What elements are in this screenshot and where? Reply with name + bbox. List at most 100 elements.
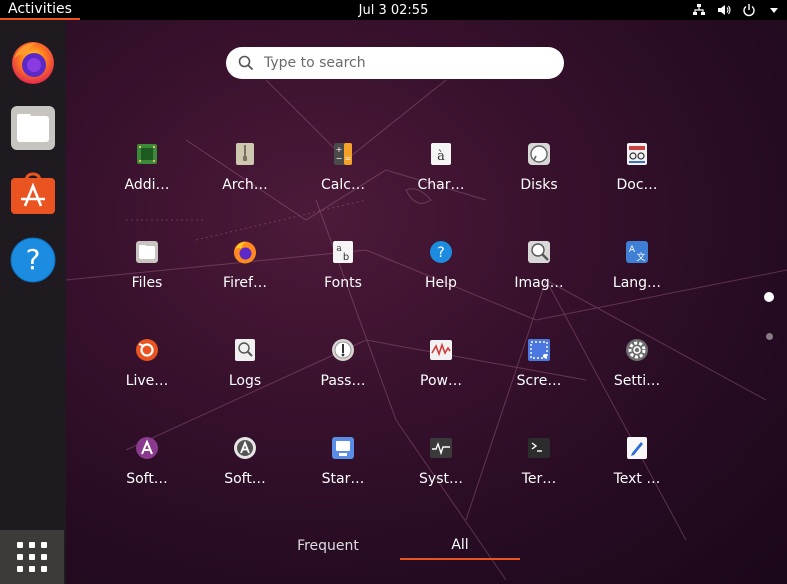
language-icon: A文 [625, 240, 649, 264]
system-tray[interactable] [692, 0, 781, 20]
app-tile[interactable]: A 文 Lang… [588, 236, 686, 334]
tab-frequent[interactable]: Frequent [268, 532, 388, 560]
dock: ? [0, 20, 67, 584]
app-label: Live… [125, 373, 169, 389]
app-label: Lang… [612, 275, 662, 291]
document-viewer-icon [625, 142, 649, 166]
page-indicator-2[interactable] [766, 333, 773, 340]
startup-disk-icon [331, 436, 355, 460]
software-store-icon [11, 172, 55, 214]
view-tabs: Frequent All [268, 532, 520, 560]
app-overview: Addi… Arch… +−= Calc… à Char… Disks Doc… Files Fi… [66, 20, 787, 584]
app-tile[interactable]: Live… [98, 334, 196, 432]
network-icon[interactable] [692, 3, 706, 17]
image-viewer-icon [527, 240, 551, 264]
help-icon: ? [10, 237, 56, 283]
app-tile[interactable]: Ter… [490, 432, 588, 530]
svg-text:=: = [345, 154, 352, 163]
app-label: Text … [613, 471, 661, 487]
svg-text:a: a [336, 244, 342, 254]
volume-icon[interactable] [717, 3, 731, 17]
app-tile[interactable]: Addi… [98, 138, 196, 236]
system-monitor-icon [429, 436, 453, 460]
app-tile[interactable]: Pass… [294, 334, 392, 432]
dock-files[interactable] [9, 104, 57, 152]
software-properties-icon [233, 436, 257, 460]
app-tile[interactable]: Text … [588, 432, 686, 530]
app-tile[interactable]: Imag… [490, 236, 588, 334]
app-tile[interactable]: Doc… [588, 138, 686, 236]
app-tile[interactable]: a b Fonts [294, 236, 392, 334]
app-label: Setti… [613, 373, 661, 389]
svg-text:?: ? [26, 243, 41, 276]
tab-all[interactable]: All [400, 532, 520, 560]
app-label: Soft… [224, 471, 266, 487]
app-label: Disks [520, 177, 558, 193]
app-tile[interactable]: Disks [490, 138, 588, 236]
app-tile[interactable]: Setti… [588, 334, 686, 432]
app-tile[interactable]: Firef… [196, 236, 294, 334]
app-label: Star… [321, 471, 365, 487]
app-label: Calc… [321, 177, 365, 193]
firefox-icon [12, 42, 54, 84]
disks-icon [527, 142, 551, 166]
app-tile[interactable]: Star… [294, 432, 392, 530]
logs-icon [233, 338, 257, 362]
app-tile[interactable]: à Char… [392, 138, 490, 236]
app-tile[interactable]: Soft… [196, 432, 294, 530]
top-bar: Activities Jul 3 02:55 [0, 0, 787, 20]
dock-firefox[interactable] [9, 38, 57, 86]
show-applications-button[interactable] [0, 530, 64, 584]
svg-text:?: ? [437, 245, 444, 261]
character-map-icon: à [429, 142, 453, 166]
livepatch-icon [135, 338, 159, 362]
app-label: Char… [417, 177, 465, 193]
page-indicator-1[interactable] [764, 292, 774, 302]
clock-area: Jul 3 02:55 [0, 0, 787, 20]
search-input[interactable] [262, 54, 546, 72]
power-statistics-icon [429, 338, 453, 362]
app-tile[interactable]: Files [98, 236, 196, 334]
app-label: Doc… [616, 177, 658, 193]
app-tile[interactable]: + − = Calc… [294, 138, 392, 236]
app-tile[interactable]: Pow… [392, 334, 490, 432]
software-updater-icon [135, 436, 159, 460]
svg-text:文: 文 [636, 251, 645, 263]
app-tile[interactable]: Soft… [98, 432, 196, 530]
app-label: Imag… [514, 275, 564, 291]
svg-text:A: A [629, 245, 636, 255]
activities-button[interactable]: Activities [0, 0, 80, 20]
app-label: Ter… [521, 471, 557, 487]
settings-gear-icon [625, 338, 649, 362]
svg-text:b: b [343, 252, 349, 263]
chip-icon [135, 142, 159, 166]
app-tile[interactable]: Scre… [490, 334, 588, 432]
fonts-icon: ab [331, 240, 355, 264]
app-label: Fonts [324, 275, 362, 291]
calculator-icon: + − = [331, 142, 355, 166]
dock-help[interactable]: ? [9, 236, 57, 284]
dock-software[interactable] [9, 170, 57, 218]
help-icon: ? [429, 240, 453, 264]
files-icon [135, 240, 159, 264]
app-tile[interactable]: Logs [196, 334, 294, 432]
app-label: Addi… [124, 177, 170, 193]
app-label: Syst… [419, 471, 463, 487]
app-tile[interactable]: ? Help [392, 236, 490, 334]
app-label: Soft… [126, 471, 168, 487]
search-bar[interactable] [226, 47, 564, 79]
app-label: Pow… [420, 373, 462, 389]
svg-text:à: à [437, 149, 445, 164]
archive-icon [233, 142, 257, 166]
svg-text:+: + [336, 145, 343, 154]
clock-button[interactable]: Jul 3 02:55 [359, 3, 429, 18]
text-editor-icon [625, 436, 649, 460]
menu-arrow-icon[interactable] [767, 3, 781, 17]
app-label: Logs [228, 373, 262, 389]
app-label: Help [425, 275, 457, 291]
power-icon[interactable] [742, 3, 756, 17]
app-tile[interactable]: Syst… [392, 432, 490, 530]
svg-text:−: − [336, 154, 343, 163]
app-grid-icon [17, 542, 47, 572]
app-tile[interactable]: Arch… [196, 138, 294, 236]
